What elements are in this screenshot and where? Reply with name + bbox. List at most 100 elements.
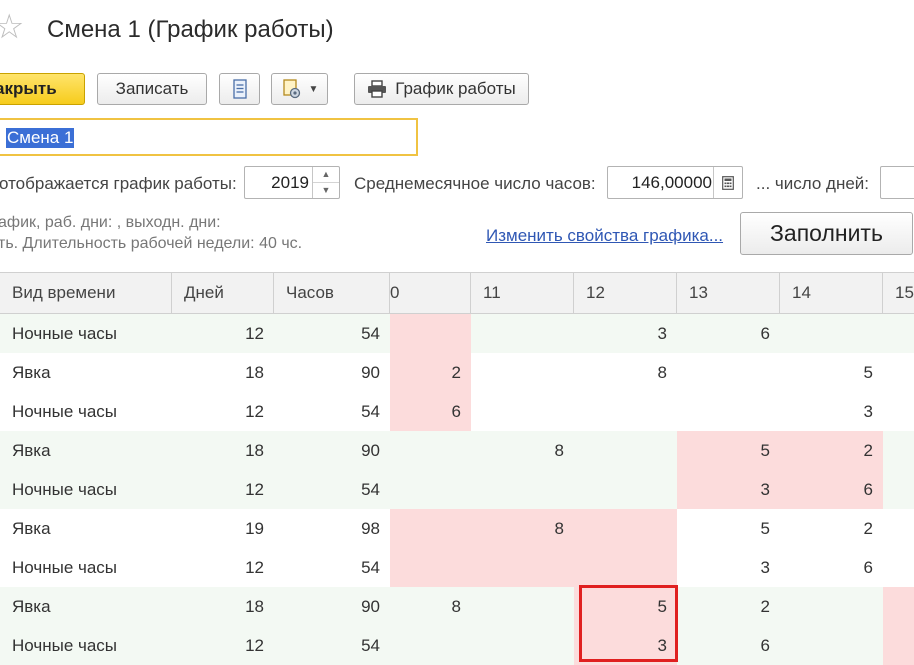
name-field[interactable]: Смена 1	[0, 118, 418, 156]
cell-day-13[interactable]: 5	[677, 509, 780, 548]
cell-day-11[interactable]: 8	[471, 509, 574, 548]
table-row[interactable]: Явка 19 98 8 5 2	[0, 509, 914, 548]
cell-day-10[interactable]	[390, 548, 471, 587]
cell-days[interactable]: 18	[172, 587, 274, 626]
cell-day-12[interactable]: 3	[574, 314, 677, 353]
table-row[interactable]: Ночные часы 12 54 3 6	[0, 626, 914, 665]
document-list-button[interactable]	[219, 73, 260, 105]
save-and-close-button[interactable]: акрыть	[0, 73, 85, 105]
cell-days[interactable]: 18	[172, 353, 274, 392]
cell-day-14[interactable]: 2	[780, 431, 883, 470]
save-button[interactable]: Записать	[97, 73, 207, 105]
cell-day-10[interactable]: 6	[390, 392, 471, 431]
col-hours[interactable]: Часов	[274, 273, 390, 313]
cell-day-15[interactable]	[883, 548, 914, 587]
cell-day-11[interactable]: 8	[471, 431, 574, 470]
cell-day-10[interactable]: 8	[390, 587, 471, 626]
avg-hours-input[interactable]: 146,00000	[607, 166, 743, 199]
cell-day-13[interactable]: 3	[677, 548, 780, 587]
cell-day-10[interactable]	[390, 431, 471, 470]
table-row[interactable]: Явка 18 90 8 5 2	[0, 587, 914, 626]
cell-day-13[interactable]: 2	[677, 587, 780, 626]
col-day-12[interactable]: 12	[574, 273, 677, 313]
cell-days[interactable]: 12	[172, 314, 274, 353]
table-row[interactable]: Ночные часы 12 54 6 3	[0, 392, 914, 431]
cell-day-13[interactable]: 3	[677, 470, 780, 509]
cell-day-13[interactable]	[677, 392, 780, 431]
cell-day-15[interactable]	[883, 392, 914, 431]
cell-day-15[interactable]	[883, 587, 914, 626]
col-day-15[interactable]: 15	[883, 273, 914, 313]
cell-hours[interactable]: 90	[274, 587, 390, 626]
cell-day-10[interactable]: 2	[390, 353, 471, 392]
cell-day-14[interactable]	[780, 314, 883, 353]
cell-day-10[interactable]	[390, 626, 471, 665]
spin-down-icon[interactable]: ▼	[313, 183, 339, 198]
cell-time-type[interactable]: Явка	[0, 353, 172, 392]
cell-day-10[interactable]	[390, 470, 471, 509]
cell-hours[interactable]: 54	[274, 626, 390, 665]
calculator-button[interactable]	[713, 167, 742, 198]
cell-day-12[interactable]	[574, 509, 677, 548]
cell-day-15[interactable]	[883, 353, 914, 392]
col-day-13[interactable]: 13	[677, 273, 780, 313]
cell-days[interactable]: 12	[172, 548, 274, 587]
cell-day-11[interactable]	[471, 470, 574, 509]
cell-days[interactable]: 12	[172, 392, 274, 431]
cell-day-15[interactable]	[883, 470, 914, 509]
cell-day-11[interactable]	[471, 587, 574, 626]
cell-day-15[interactable]	[883, 431, 914, 470]
year-input[interactable]: 2019 ▲ ▼	[244, 166, 340, 199]
cell-time-type[interactable]: Явка	[0, 509, 172, 548]
cell-days[interactable]: 12	[172, 626, 274, 665]
spin-up-icon[interactable]: ▲	[313, 167, 339, 183]
cell-day-13[interactable]: 6	[677, 626, 780, 665]
cell-hours[interactable]: 54	[274, 392, 390, 431]
cell-days[interactable]: 18	[172, 431, 274, 470]
cell-day-12[interactable]	[574, 392, 677, 431]
cell-day-11[interactable]	[471, 392, 574, 431]
cell-day-13[interactable]: 6	[677, 314, 780, 353]
cell-day-11[interactable]	[471, 626, 574, 665]
more-actions-button[interactable]: ▼	[271, 73, 328, 105]
cell-day-14[interactable]: 5	[780, 353, 883, 392]
cell-days[interactable]: 19	[172, 509, 274, 548]
col-day-14[interactable]: 14	[780, 273, 883, 313]
days-input[interactable]	[880, 166, 914, 199]
cell-hours[interactable]: 54	[274, 314, 390, 353]
cell-day-15[interactable]	[883, 626, 914, 665]
cell-time-type[interactable]: Ночные часы	[0, 470, 172, 509]
fill-button[interactable]: Заполнить	[740, 212, 913, 255]
cell-day-14[interactable]	[780, 626, 883, 665]
cell-time-type[interactable]: Ночные часы	[0, 626, 172, 665]
col-day-11[interactable]: 11	[471, 273, 574, 313]
cell-hours[interactable]: 90	[274, 431, 390, 470]
cell-time-type[interactable]: Ночные часы	[0, 548, 172, 587]
print-schedule-button[interactable]: График работы	[354, 73, 529, 105]
cell-day-10[interactable]	[390, 509, 471, 548]
cell-days[interactable]: 12	[172, 470, 274, 509]
cell-day-10[interactable]	[390, 314, 471, 353]
cell-hours[interactable]: 54	[274, 470, 390, 509]
cell-time-type[interactable]: Ночные часы	[0, 314, 172, 353]
col-time-type[interactable]: Вид времени	[0, 273, 172, 313]
cell-hours[interactable]: 90	[274, 353, 390, 392]
cell-hours[interactable]: 98	[274, 509, 390, 548]
cell-day-13[interactable]	[677, 353, 780, 392]
cell-day-11[interactable]	[471, 548, 574, 587]
cell-day-14[interactable]: 6	[780, 470, 883, 509]
favorite-star-icon[interactable]: ☆	[0, 10, 24, 44]
cell-day-13[interactable]: 5	[677, 431, 780, 470]
cell-day-12[interactable]	[574, 548, 677, 587]
cell-day-15[interactable]	[883, 509, 914, 548]
cell-day-14[interactable]: 6	[780, 548, 883, 587]
cell-hours[interactable]: 54	[274, 548, 390, 587]
cell-day-12[interactable]	[574, 470, 677, 509]
year-spinner[interactable]: ▲ ▼	[312, 167, 339, 198]
table-row[interactable]: Ночные часы 12 54 3 6	[0, 314, 914, 353]
cell-time-type[interactable]: Явка	[0, 587, 172, 626]
cell-day-11[interactable]	[471, 314, 574, 353]
table-row[interactable]: Явка 18 90 2 8 5	[0, 353, 914, 392]
cell-day-14[interactable]	[780, 587, 883, 626]
cell-day-11[interactable]	[471, 353, 574, 392]
